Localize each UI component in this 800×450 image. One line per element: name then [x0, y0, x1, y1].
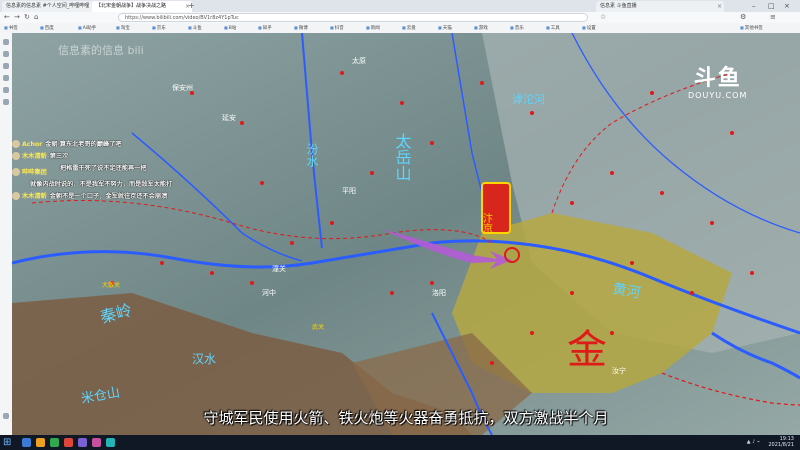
maximize-icon[interactable]: □ [768, 0, 775, 12]
close-window-icon[interactable]: × [784, 0, 790, 12]
video-player[interactable]: 金 太岳山 秦岭 黄河 汴京 汝宁 太原 洛阳 河中 平阳 汾水 滹沱河 汉水 … [12, 33, 800, 435]
close-tab-icon[interactable]: × [717, 1, 722, 12]
system-tray-icons[interactable]: ▲ ♪ ⌁ [747, 439, 760, 445]
avatar [12, 140, 20, 148]
douyu-logo: 斗鱼 DOUYU.COM [688, 66, 748, 101]
danmaku-comment: Achor 金朝 算东北老哥的巅峰了吧 [12, 139, 247, 149]
danmaku-comment: 就像内战时说的，不是我军不努力，而是敌军太能打 [30, 179, 265, 189]
browser-icon[interactable] [50, 438, 59, 447]
map-label-city: 洛阳 [432, 288, 446, 297]
avatar [12, 192, 20, 200]
sidebar-note-icon[interactable] [3, 75, 9, 81]
map-label-city: 河中 [262, 288, 276, 297]
douyu-logo-text: 斗鱼 [693, 66, 742, 91]
bookmark-item[interactable]: 游戏 [474, 24, 488, 33]
map-label-river: 汾水 [305, 143, 319, 167]
danmaku-text: 就像内战时说的，不是我军不努力，而是敌军太能打 [30, 181, 173, 188]
danmaku-user: 木木清新 [22, 153, 47, 160]
star-icon[interactable]: ☆ [600, 13, 606, 22]
bookmark-item[interactable]: 天猫 [438, 24, 452, 33]
bookmark-item[interactable]: 音乐 [510, 24, 524, 33]
start-menu-icon[interactable]: ⊞ [3, 437, 14, 448]
browser-tab-active[interactable]: 【北宋金朝战争】战争决战之路 × [92, 1, 192, 12]
map-label-capital: 汴京 [481, 212, 493, 234]
tab-title: 【北宋金朝战争】战争决战之路 [96, 3, 167, 9]
bookmark-item[interactable]: 工具 [546, 24, 560, 33]
map-label-river: 汉水 [192, 352, 216, 366]
map-label-pass: 大散关 [102, 281, 120, 289]
danmaku-user: 哔哔集团 [22, 169, 47, 176]
sidebar-download-icon[interactable] [3, 63, 9, 69]
sidebar-app-icon[interactable] [3, 99, 9, 105]
bilibili-watermark: 信息素的信息 bili [58, 44, 144, 57]
historical-map: 金 太岳山 秦岭 黄河 汴京 汝宁 太原 洛阳 河中 平阳 汾水 滹沱河 汉水 … [12, 33, 800, 435]
file-explorer-icon[interactable] [36, 438, 45, 447]
bookmark-item[interactable]: 新闻 [366, 24, 380, 33]
video-subtitle: 守城军民使用火箭、铁火炮等火器奋勇抵抗，双方激战半个月 [203, 409, 609, 427]
danmaku-text: 金朝不是一个口子，金军就往京还不会崩溃 [49, 193, 168, 200]
bookmark-item[interactable]: 知乎 [258, 24, 272, 33]
map-label-mountain: 太岳山 [393, 133, 412, 181]
os-taskbar: ⊞ ▲ ♪ ⌁ 19:13 2021/8/21 [0, 435, 800, 450]
bookmark-item[interactable]: 淘宝 [116, 24, 130, 33]
bookmark-item[interactable]: 微博 [294, 24, 308, 33]
sidebar-star-icon[interactable] [3, 39, 9, 45]
reload-icon[interactable]: ↻ [24, 13, 30, 22]
bookmark-item[interactable]: 抖音 [330, 24, 344, 33]
minimize-icon[interactable]: – [752, 0, 756, 12]
new-tab-button[interactable]: + [188, 1, 195, 11]
bookmark-item[interactable]: 斗鱼 [188, 24, 202, 33]
danmaku-user: Achor [22, 141, 43, 148]
danmaku-text: 第三次 [49, 153, 69, 160]
extension-icon[interactable]: ⚙ [740, 13, 746, 22]
app-icon[interactable] [106, 438, 115, 447]
danmaku-comment: 哔哔集团 [12, 167, 247, 177]
danmaku-user: 木木清新 [22, 193, 47, 200]
danmaku-comment: 木木清新 金朝不是一个口子，金军就往京还不会崩溃 [12, 191, 247, 201]
clock-date: 2021/8/21 [768, 442, 794, 448]
danmaku-comment: 木木清新 第三次 [12, 151, 247, 161]
sidebar-settings-icon[interactable] [3, 413, 9, 419]
bookmark-item[interactable]: 云盘 [402, 24, 416, 33]
map-label-jin: 金 [567, 327, 607, 373]
browser-tab[interactable]: 信息素的信息素 #个人空间_哔哩哔哩× [2, 1, 98, 12]
home-icon[interactable]: ⌂ [34, 13, 38, 22]
bookmark-item[interactable]: 书签 [4, 24, 18, 33]
avatar [12, 168, 20, 176]
bookmark-item[interactable]: 百度 [40, 24, 54, 33]
sidebar-history-icon[interactable] [3, 51, 9, 57]
douyu-logo-subtext: DOUYU.COM [688, 91, 748, 100]
media-player-icon[interactable] [64, 438, 73, 447]
map-label-city: 潼关 [272, 264, 286, 273]
map-label-city: 太原 [352, 56, 366, 65]
bookmark-item[interactable]: 京东 [152, 24, 166, 33]
sidebar-mail-icon[interactable] [3, 87, 9, 93]
taskbar-clock[interactable]: 19:13 2021/8/21 [768, 436, 794, 448]
app-icon[interactable] [78, 438, 87, 447]
map-label-river: 滹沱河 [512, 92, 545, 106]
map-label-city: 平阳 [342, 186, 356, 195]
url-input[interactable]: https://www.bilibili.com/video/BV1r8z4Y1… [118, 13, 588, 22]
avatar [12, 152, 20, 160]
danmaku-text: 金朝 算东北老哥的巅峰了吧 [45, 141, 122, 148]
search-icon[interactable] [22, 438, 31, 447]
bookmark-item[interactable]: Ai助手 [78, 24, 96, 33]
bookmark-item[interactable]: 设置 [582, 24, 596, 33]
map-label-city: 汝宁 [612, 366, 626, 375]
tab-title: 信息素的信息素 #个人空间_哔哩哔哩 [6, 3, 90, 9]
map-label-city: 保安州 [172, 83, 193, 92]
menu-icon[interactable]: ≡ [770, 13, 776, 22]
back-icon[interactable]: ← [4, 13, 10, 22]
forward-icon[interactable]: → [14, 13, 20, 22]
app-icon[interactable] [92, 438, 101, 447]
browser-tab[interactable]: 信息素 斗鱼直播 × [596, 1, 724, 12]
map-label-pass: 武关 [312, 323, 324, 331]
tab-title: 信息素 斗鱼直播 [600, 3, 637, 9]
bookmark-folder-other[interactable]: 其他书签 [740, 24, 763, 33]
bookmark-item[interactable]: B站 [224, 24, 237, 33]
map-label-city: 延安 [222, 113, 236, 122]
